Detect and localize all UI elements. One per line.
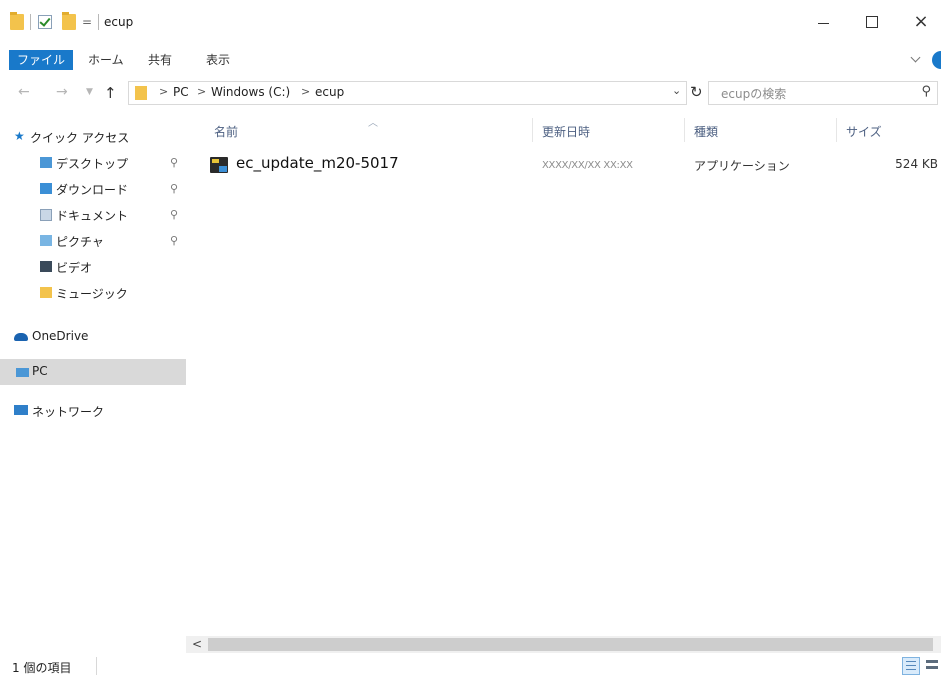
status-bar: 1 個の項目 (0, 655, 941, 677)
properties-check-icon[interactable] (38, 15, 52, 29)
folder-icon (135, 86, 147, 100)
computer-icon (16, 368, 29, 377)
nav-label: デスクトップ (56, 157, 129, 171)
nav-item-videos[interactable]: ビデオ (0, 254, 186, 280)
nav-label: OneDrive (32, 329, 89, 343)
file-name: ec_update_m20-5017 (236, 154, 399, 172)
breadcrumb-separator[interactable]: > (301, 85, 310, 98)
nav-onedrive[interactable]: OneDrive (0, 324, 186, 350)
nav-item-documents[interactable]: ドキュメント ⚲ (0, 202, 186, 228)
breadcrumb-folder[interactable]: ecup (315, 85, 344, 99)
breadcrumb-separator[interactable]: > (197, 85, 206, 98)
forward-button[interactable]: → (56, 84, 68, 100)
recent-locations-icon[interactable]: ▼ (86, 87, 93, 97)
back-button[interactable]: ← (18, 84, 30, 100)
tab-file[interactable]: ファイル (9, 50, 74, 70)
address-row: ← → ▼ ↑ > PC > Windows (C:) > ecup ⌄ ↻ e… (0, 78, 941, 108)
nav-label: PC (32, 364, 48, 378)
nav-item-downloads[interactable]: ダウンロード ⚲ (0, 176, 186, 202)
navigation-pane: ★ クイック アクセス デスクトップ ⚲ ダウンロード ⚲ ドキュメント ⚲ ピ… (0, 116, 186, 636)
pin-icon[interactable]: ⚲ (170, 156, 178, 169)
nav-network[interactable]: ネットワーク (0, 398, 186, 424)
address-bar[interactable]: > PC > Windows (C:) > ecup (128, 81, 687, 105)
title-bar: = ecup × (0, 0, 941, 44)
nav-label: ミュージック (56, 287, 128, 301)
help-icon[interactable] (932, 51, 941, 69)
column-header-modified[interactable]: 更新日時 (542, 123, 590, 140)
scroll-thumb[interactable] (208, 638, 933, 651)
breadcrumb-separator[interactable]: > (159, 85, 168, 98)
details-view-button[interactable] (902, 657, 920, 675)
nav-label: ドキュメント (56, 209, 129, 223)
maximize-icon (866, 16, 878, 28)
file-type: アプリケーション (694, 159, 790, 173)
nav-item-music[interactable]: ミュージック (0, 280, 186, 306)
minimize-button[interactable] (800, 0, 846, 44)
large-icons-view-button[interactable] (924, 657, 940, 673)
ribbon-tabs: ファイル ホーム 共有 表示 (0, 46, 941, 74)
nav-item-pictures[interactable]: ピクチャ ⚲ (0, 228, 186, 254)
divider (98, 14, 99, 30)
tab-home[interactable]: ホーム (80, 50, 132, 70)
file-modified: XXXX/XX/XX XX:XX (542, 160, 633, 171)
nav-quick-access[interactable]: ★ クイック アクセス (0, 124, 186, 150)
column-divider[interactable] (684, 118, 685, 142)
folder-icon[interactable] (10, 12, 24, 30)
scroll-left-icon[interactable]: < (192, 637, 202, 651)
search-input[interactable]: ecupの検索 ⚲ (708, 81, 938, 105)
file-size: 524 KB (895, 157, 938, 171)
music-folder-icon (40, 287, 52, 298)
star-icon: ★ (14, 129, 25, 143)
horizontal-scrollbar[interactable]: < (186, 636, 941, 653)
tab-share[interactable]: 共有 (140, 50, 180, 70)
network-icon (14, 405, 28, 415)
item-count: 1 個の項目 (12, 661, 72, 675)
search-placeholder: ecupの検索 (721, 87, 787, 101)
close-button[interactable]: × (898, 0, 941, 44)
cloud-icon (14, 333, 28, 341)
nav-pc[interactable]: PC (0, 359, 186, 385)
nav-label: クイック アクセス (30, 131, 130, 145)
minimize-icon (817, 22, 829, 24)
videos-folder-icon (40, 261, 52, 272)
qat-customize-button[interactable]: = (82, 15, 92, 29)
pin-icon[interactable]: ⚲ (170, 182, 178, 195)
column-header-type[interactable]: 種類 (694, 123, 718, 140)
table-row[interactable]: ec_update_m20-5017 XXXX/XX/XX XX:XX アプリケ… (200, 154, 941, 178)
nav-label: ネットワーク (32, 405, 105, 419)
column-divider[interactable] (836, 118, 837, 142)
documents-folder-icon (40, 209, 52, 221)
file-list: ︿ 名前 更新日時 種類 サイズ ec_update_m20-5017 XXXX… (200, 116, 941, 636)
nav-label: ダウンロード (56, 183, 129, 197)
nav-item-desktop[interactable]: デスクトップ ⚲ (0, 150, 186, 176)
breadcrumb-drive[interactable]: Windows (C:) (211, 85, 290, 99)
breadcrumb-pc[interactable]: PC (173, 85, 189, 99)
pin-icon[interactable]: ⚲ (170, 234, 178, 247)
maximize-button[interactable] (849, 0, 895, 44)
application-icon (210, 157, 228, 173)
pictures-folder-icon (40, 235, 52, 246)
search-icon[interactable]: ⚲ (921, 84, 931, 99)
ribbon-expand-icon[interactable] (910, 52, 921, 63)
sort-ascending-icon: ︿ (368, 118, 378, 129)
window-title: ecup (104, 15, 134, 29)
nav-label: ピクチャ (56, 235, 104, 249)
column-header-size[interactable]: サイズ (846, 123, 882, 140)
divider (30, 14, 31, 30)
divider (96, 657, 97, 675)
address-history-dropdown-icon[interactable]: ⌄ (672, 84, 681, 97)
up-button[interactable]: ↑ (104, 84, 117, 102)
new-folder-icon[interactable] (62, 12, 76, 30)
close-icon: × (913, 11, 929, 32)
tab-view[interactable]: 表示 (198, 50, 238, 70)
downloads-folder-icon (40, 183, 52, 194)
column-header-name[interactable]: 名前 (214, 123, 238, 140)
desktop-folder-icon (40, 157, 52, 168)
column-divider[interactable] (532, 118, 533, 142)
nav-label: ビデオ (56, 261, 93, 275)
pin-icon[interactable]: ⚲ (170, 208, 178, 221)
refresh-icon[interactable]: ↻ (690, 83, 703, 101)
